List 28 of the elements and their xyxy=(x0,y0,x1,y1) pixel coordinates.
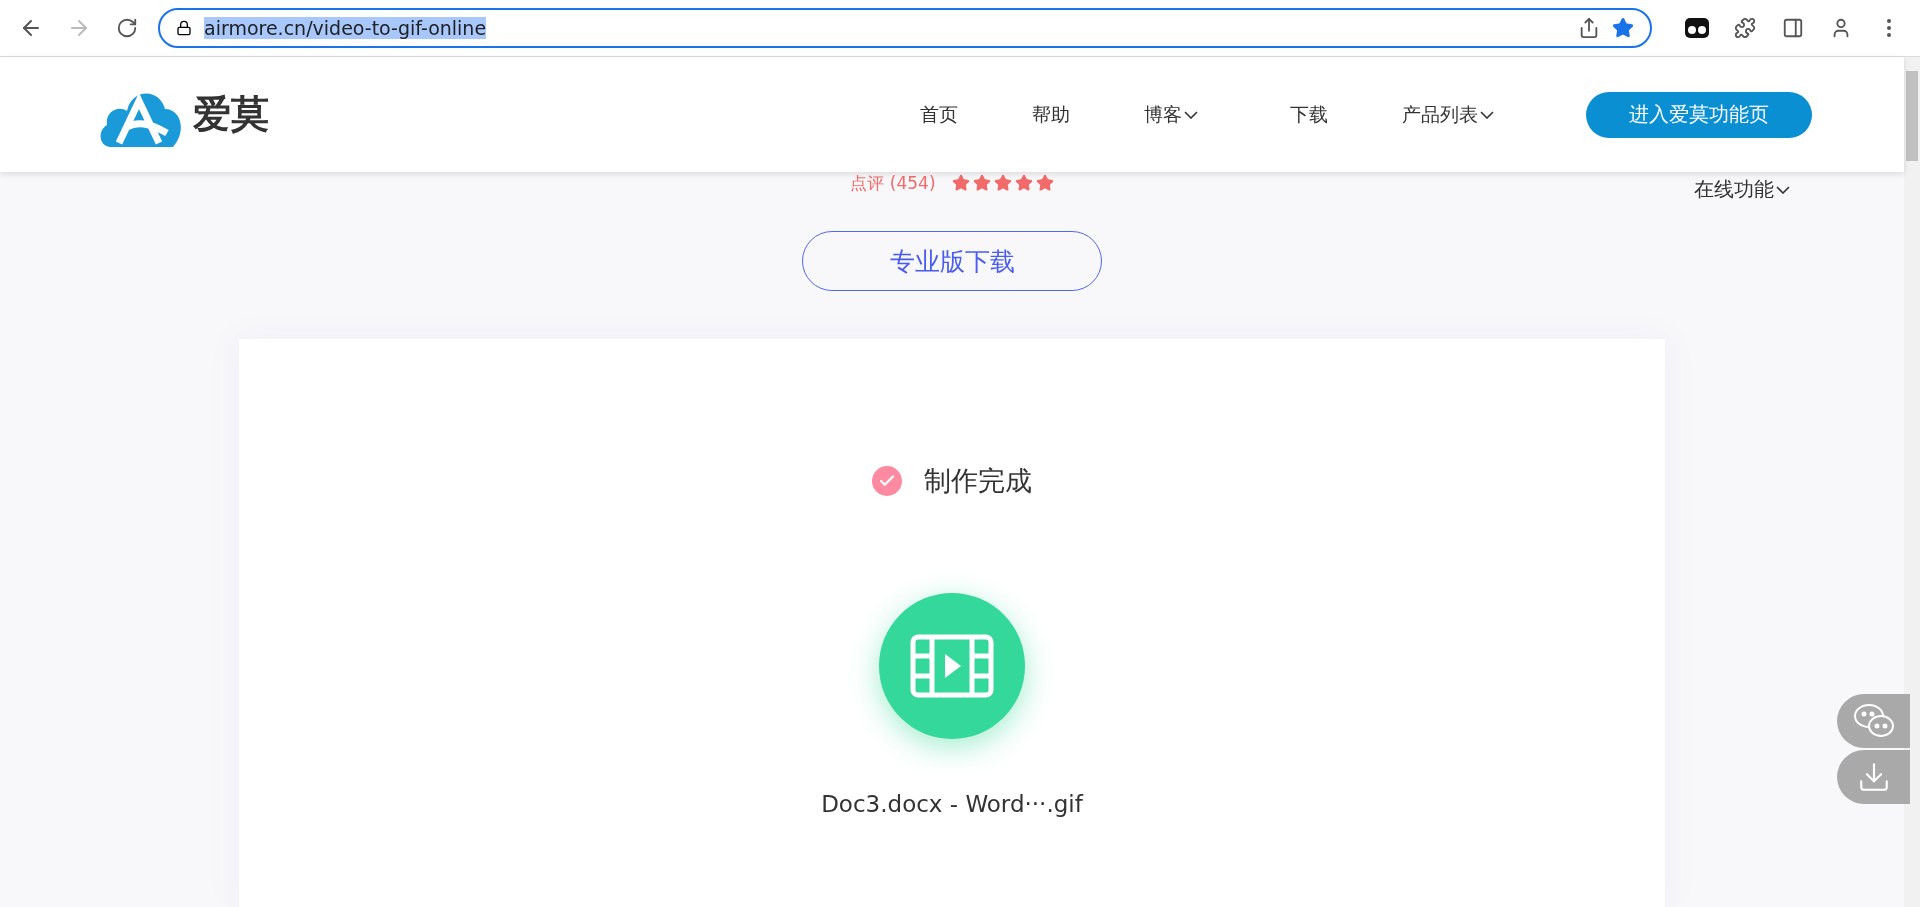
enter-features-button[interactable]: 进入爱莫功能页 xyxy=(1586,91,1812,138)
star-icon xyxy=(972,174,991,192)
file-name: Doc3.docx - Word···.gif xyxy=(821,791,1083,817)
glasses-icon xyxy=(1684,17,1710,39)
nav-link[interactable]: 帮助 xyxy=(1032,101,1070,128)
puzzle-icon xyxy=(1734,17,1756,39)
scrollbar-thumb[interactable] xyxy=(1906,71,1918,161)
nav-link[interactable]: 下载 xyxy=(1290,101,1328,128)
star-icon xyxy=(1014,174,1033,192)
address-bar[interactable]: airmore.cn/video-to-gif-online xyxy=(158,8,1652,48)
star-icon xyxy=(1035,174,1054,192)
url-text: airmore.cn/video-to-gif-online xyxy=(204,17,487,39)
more-icon xyxy=(1887,19,1891,37)
review-count: 点评 (454) xyxy=(850,171,936,195)
nav-link[interactable]: 首页 xyxy=(920,101,958,128)
film-play-icon xyxy=(910,634,994,698)
logo-text[interactable]: 爱莫 xyxy=(193,89,269,140)
status-text: 制作完成 xyxy=(924,464,1032,498)
side-panel-icon xyxy=(1782,17,1804,39)
bookmark-star-icon[interactable] xyxy=(1612,17,1634,39)
star-icon xyxy=(993,174,1012,192)
star-icon xyxy=(951,174,970,192)
share-icon[interactable] xyxy=(1578,17,1600,39)
nav-link[interactable]: 产品列表 xyxy=(1402,101,1494,128)
online-features-menu[interactable]: 在线功能 xyxy=(1694,176,1790,203)
nav-link[interactable]: 博客 xyxy=(1144,101,1198,128)
lock-icon xyxy=(176,20,192,36)
reload-icon xyxy=(116,17,138,39)
